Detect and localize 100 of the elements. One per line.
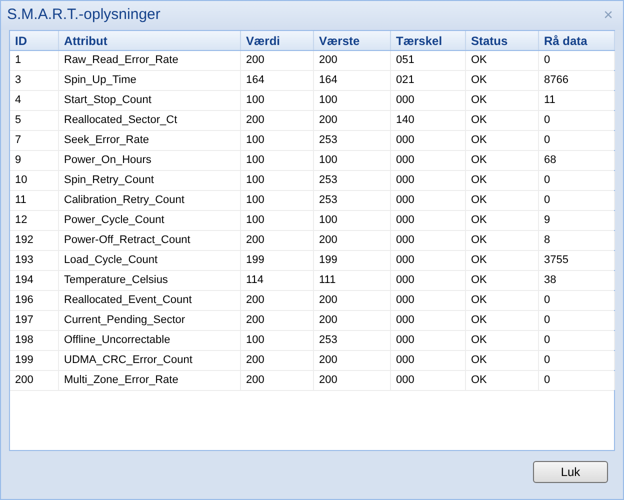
- window-title: S.M.A.R.T.-oplysninger: [7, 5, 160, 26]
- table-cell: 114: [241, 271, 314, 290]
- table-cell: UDMA_CRC_Error_Count: [59, 351, 241, 370]
- table-cell: Spin_Retry_Count: [59, 171, 241, 190]
- table-cell: 100: [241, 171, 314, 190]
- table-cell: OK: [466, 91, 539, 110]
- column-header[interactable]: Status: [466, 31, 539, 50]
- table-cell: 11: [10, 191, 59, 210]
- table-cell: 253: [314, 131, 391, 150]
- table-cell: 199: [314, 251, 391, 270]
- column-header[interactable]: Attribut: [59, 31, 241, 50]
- table-cell: 0: [539, 371, 615, 390]
- table-cell: Spin_Up_Time: [59, 71, 241, 90]
- table-cell: Load_Cycle_Count: [59, 251, 241, 270]
- table-cell: 0: [539, 51, 615, 70]
- table-cell: 200: [241, 231, 314, 250]
- table-cell: 0: [539, 351, 615, 370]
- close-dialog-button[interactable]: Luk: [533, 461, 608, 483]
- table-cell: 5: [10, 111, 59, 130]
- table-cell: Raw_Read_Error_Rate: [59, 51, 241, 70]
- table-cell: 11: [539, 91, 615, 110]
- table-cell: 194: [10, 271, 59, 290]
- table-cell: 200: [241, 51, 314, 70]
- column-header[interactable]: Tærskel: [391, 31, 466, 50]
- table-cell: 100: [241, 91, 314, 110]
- table-cell: OK: [466, 371, 539, 390]
- table-cell: 200: [241, 111, 314, 130]
- table-cell: 200: [241, 351, 314, 370]
- table-cell: 000: [391, 91, 466, 110]
- table-cell: 0: [539, 291, 615, 310]
- table-cell: 7: [10, 131, 59, 150]
- table-cell: OK: [466, 191, 539, 210]
- table-cell: 197: [10, 311, 59, 330]
- table-cell: 4: [10, 91, 59, 110]
- column-header[interactable]: ID: [10, 31, 59, 50]
- table-cell: 3755: [539, 251, 615, 270]
- table-cell: 3: [10, 71, 59, 90]
- table-cell: 051: [391, 51, 466, 70]
- table-cell: OK: [466, 51, 539, 70]
- table-cell: 200: [241, 291, 314, 310]
- table-cell: 100: [314, 151, 391, 170]
- table-cell: 000: [391, 351, 466, 370]
- table-cell: 000: [391, 191, 466, 210]
- table-cell: 200: [241, 311, 314, 330]
- table-cell: 0: [539, 311, 615, 330]
- table-cell: 198: [10, 331, 59, 350]
- table-cell: 200: [241, 371, 314, 390]
- table-cell: OK: [466, 251, 539, 270]
- column-header[interactable]: Værste: [314, 31, 391, 50]
- table-cell: 199: [241, 251, 314, 270]
- table-cell: OK: [466, 231, 539, 250]
- table-cell: 38: [539, 271, 615, 290]
- table-cell: 8: [539, 231, 615, 250]
- table-cell: 200: [10, 371, 59, 390]
- table-cell: OK: [466, 71, 539, 90]
- table-cell: 0: [539, 171, 615, 190]
- table-cell: 0: [539, 111, 615, 130]
- table-cell: 021: [391, 71, 466, 90]
- table-cell: Offline_Uncorrectable: [59, 331, 241, 350]
- table-cell: OK: [466, 311, 539, 330]
- table-cell: 164: [241, 71, 314, 90]
- table-cell: 000: [391, 131, 466, 150]
- table-cell: 100: [314, 211, 391, 230]
- table-cell: 12: [10, 211, 59, 230]
- table-cell: 200: [314, 351, 391, 370]
- table-cell: Temperature_Celsius: [59, 271, 241, 290]
- table-cell: OK: [466, 171, 539, 190]
- table-cell: OK: [466, 331, 539, 350]
- table-cell: 253: [314, 331, 391, 350]
- table-cell: OK: [466, 111, 539, 130]
- table-cell: 193: [10, 251, 59, 270]
- table-cell: 192: [10, 231, 59, 250]
- table-cell: Current_Pending_Sector: [59, 311, 241, 330]
- table-cell: 100: [241, 131, 314, 150]
- table-cell: 0: [539, 191, 615, 210]
- table-cell: 200: [314, 311, 391, 330]
- table-cell: 000: [391, 211, 466, 230]
- table-cell: OK: [466, 211, 539, 230]
- table-cell: 000: [391, 331, 466, 350]
- table-cell: Reallocated_Event_Count: [59, 291, 241, 310]
- table-cell: 1: [10, 51, 59, 70]
- table-cell: 9: [539, 211, 615, 230]
- column-header[interactable]: Værdi: [241, 31, 314, 50]
- table-cell: OK: [466, 351, 539, 370]
- table-cell: 000: [391, 371, 466, 390]
- table-cell: Power_On_Hours: [59, 151, 241, 170]
- table-cell: 200: [314, 291, 391, 310]
- table-cell: Reallocated_Sector_Ct: [59, 111, 241, 130]
- table-cell: 100: [314, 91, 391, 110]
- table-cell: 000: [391, 171, 466, 190]
- table-cell: 111: [314, 271, 391, 290]
- table-cell: 199: [10, 351, 59, 370]
- table-cell: 100: [241, 151, 314, 170]
- table-cell: Calibration_Retry_Count: [59, 191, 241, 210]
- table-cell: 10: [10, 171, 59, 190]
- column-header[interactable]: Rå data: [539, 31, 615, 50]
- table-cell: 196: [10, 291, 59, 310]
- table-cell: 68: [539, 151, 615, 170]
- table-cell: 100: [241, 211, 314, 230]
- table-cell: 200: [314, 231, 391, 250]
